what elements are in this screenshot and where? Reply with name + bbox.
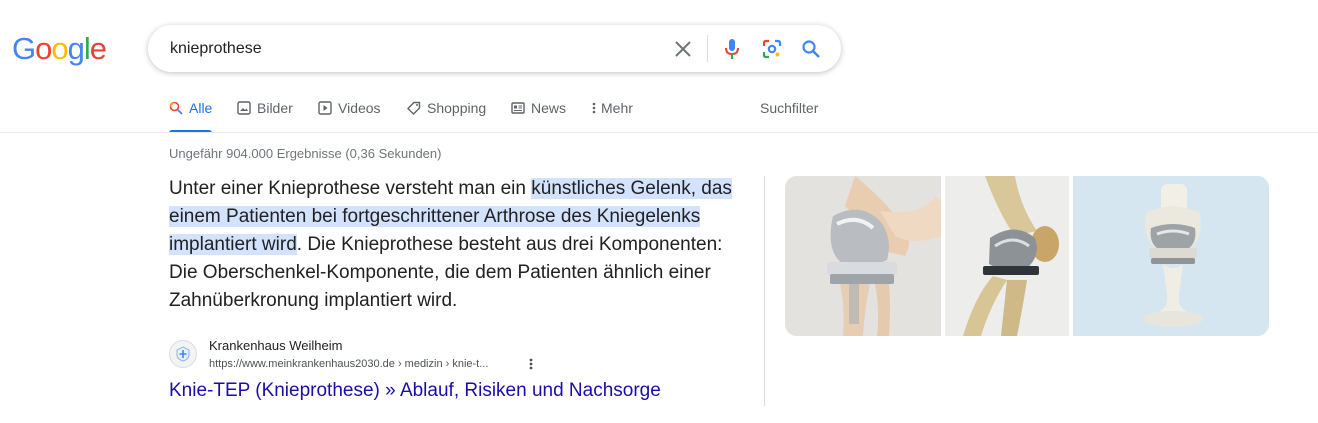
clear-icon[interactable] [670, 36, 696, 62]
logo-letter: e [89, 31, 107, 66]
tab-label: Videos [338, 100, 381, 116]
tab-videos[interactable]: Videos [318, 98, 381, 134]
more-vert-icon [590, 100, 598, 116]
tab-label: Suchfilter [760, 100, 819, 116]
tab-bilder[interactable]: Bilder [237, 98, 293, 134]
news-icon [511, 100, 525, 116]
image-icon [237, 100, 251, 116]
tab-label: Mehr [601, 100, 633, 116]
lens-icon[interactable] [759, 36, 785, 62]
featured-snippet-text: Unter einer Knieprothese versteht man ei… [169, 175, 754, 315]
site-name: Krankenhaus Weilheim [209, 338, 343, 353]
tag-icon [407, 100, 421, 116]
snippet-images[interactable] [785, 176, 1269, 336]
search-input[interactable] [170, 25, 650, 72]
tab-news[interactable]: News [511, 98, 566, 134]
tab-label: Bilder [257, 100, 293, 116]
knee-prosthesis-image-2[interactable] [945, 176, 1069, 336]
logo-letter: o [51, 31, 68, 66]
vertical-divider [764, 176, 765, 406]
tab-label: Alle [189, 100, 213, 116]
search-box [148, 25, 841, 72]
tab-shopping[interactable]: Shopping [407, 98, 486, 134]
search-icon [169, 100, 183, 116]
tab-mehr[interactable]: Mehr [590, 98, 633, 134]
suchfilter-button[interactable]: Suchfilter [760, 98, 818, 134]
result-stats: Ungefähr 904.000 Ergebnisse (0,36 Sekund… [169, 146, 442, 161]
tab-label: Shopping [427, 100, 487, 116]
site-favicon [169, 340, 197, 368]
search-icon[interactable] [798, 36, 824, 62]
result-title-link[interactable]: Knie-TEP (Knieprothese) » Ablauf, Risike… [169, 380, 661, 402]
site-url: https://www.meinkrankenhaus2030.de › med… [209, 358, 489, 370]
knee-prosthesis-image-3[interactable] [1073, 176, 1269, 336]
play-icon [318, 100, 332, 116]
logo-letter: G [12, 31, 36, 66]
snippet-text: Unter einer Knieprothese versteht man ei… [169, 178, 532, 199]
more-options-icon[interactable] [524, 356, 538, 372]
google-logo[interactable]: Google [12, 29, 107, 69]
logo-letter: g [67, 31, 85, 66]
microphone-icon[interactable] [719, 36, 745, 62]
logo-letter: o [35, 31, 52, 66]
tab-label: News [531, 100, 567, 116]
knee-prosthesis-image-1[interactable] [785, 176, 941, 336]
tab-alle[interactable]: Alle [169, 98, 213, 134]
search-divider [707, 35, 708, 62]
header-divider [0, 132, 1318, 133]
